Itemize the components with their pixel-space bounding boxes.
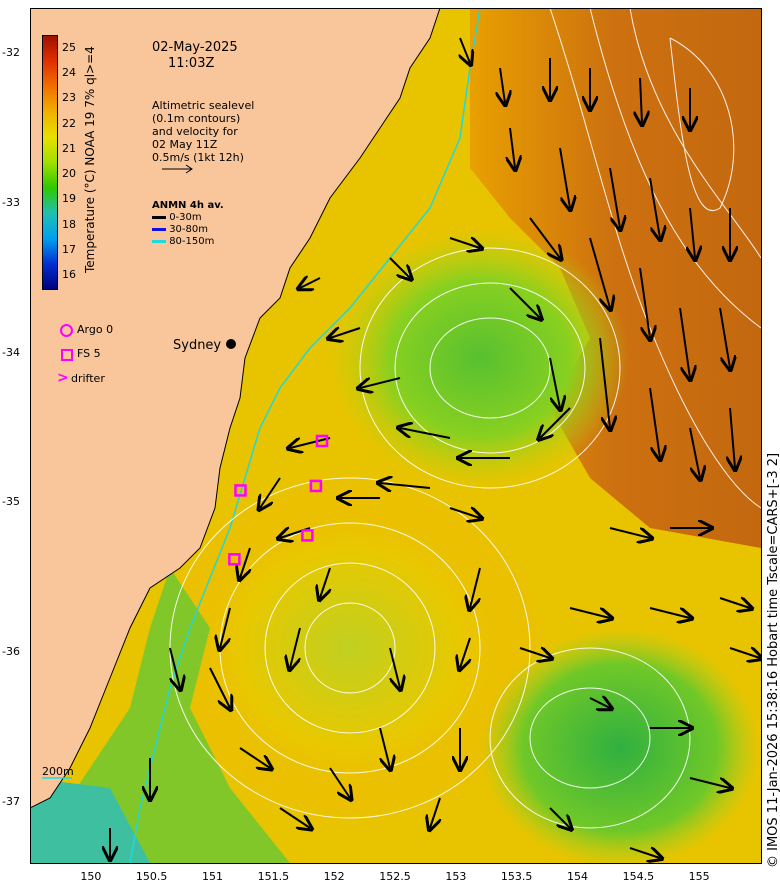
altimetry-note-line-4: 02 May 11Z <box>152 138 218 151</box>
colorbar-tick-label: 21 <box>62 141 76 155</box>
altimetry-note-line-2: (0.1m contours) <box>152 112 241 125</box>
x-tick-label: 150 <box>80 870 102 883</box>
city-label-sydney: Sydney <box>173 338 222 353</box>
anmn-label-80-150: 80-150m <box>169 236 215 247</box>
scale-arrow-icon <box>162 164 193 174</box>
anmn-line-cyan-icon <box>152 239 166 243</box>
x-tick-label: 155 <box>688 870 710 883</box>
x-tick-label: 154 <box>567 870 588 883</box>
cold-eddy <box>330 228 630 488</box>
x-tick-label: 151.5 <box>257 870 290 883</box>
x-tick-label: 150.5 <box>135 870 168 883</box>
anmn-title: ANMN 4h av. <box>152 200 224 211</box>
y-tick-label: -35 <box>2 495 20 509</box>
y-tick-label: -33 <box>2 195 20 209</box>
colorbar <box>42 35 58 290</box>
altimetry-note-line-3: and velocity for <box>152 125 238 138</box>
x-tick-label: 151 <box>202 870 223 883</box>
anmn-line-black-icon <box>152 215 166 219</box>
colorbar-tick-label: 18 <box>62 217 76 231</box>
sst-map <box>30 8 761 863</box>
altimetry-note-line-1: Altimetric sealevel <box>152 99 255 112</box>
colorbar-tick-label: 19 <box>62 192 76 206</box>
cool-patch-southeast <box>480 628 760 863</box>
anmn-item-30-80: 30-80m <box>152 224 208 235</box>
colorbar-tick-label: 17 <box>62 243 76 257</box>
colorbar-tick-label: 24 <box>62 65 76 79</box>
colorbar-tick-label: 22 <box>62 116 76 130</box>
drifter-chevron-icon: > <box>57 370 69 386</box>
scale-bar-label: 200m <box>42 765 74 778</box>
drifter-label: drifter <box>71 372 105 385</box>
map-date: 02-May-2025 <box>152 40 238 55</box>
argo-circle-icon <box>60 324 73 337</box>
y-tick-label: -37 <box>2 795 20 809</box>
argo-label: Argo 0 <box>77 323 114 336</box>
anmn-item-80-150: 80-150m <box>152 236 214 247</box>
colorbar-tick-label: 23 <box>62 91 76 105</box>
colorbar-tick-label: 25 <box>62 40 76 54</box>
x-tick-label: 153.5 <box>500 870 533 883</box>
y-tick-label: -32 <box>2 45 20 59</box>
map-time: 11:03Z <box>168 56 215 71</box>
anmn-line-blue-icon <box>152 227 166 231</box>
y-tick-label: -36 <box>2 645 20 659</box>
sst-map-canvas <box>30 8 761 863</box>
colorbar-tick-label: 16 <box>62 268 76 282</box>
colorbar-tick-label: 20 <box>62 167 76 181</box>
x-tick-label: 154.5 <box>622 870 655 883</box>
colorbar-label: Temperature (°C) NOAA 19 7% ql>=4 <box>83 46 97 273</box>
sydney-marker <box>226 339 236 349</box>
fs-square-icon <box>61 349 73 361</box>
fs-label: FS 5 <box>77 347 101 360</box>
x-tick-label: 152.5 <box>379 870 411 883</box>
anmn-item-0-30: 0-30m <box>152 212 202 223</box>
credit-text: © IMOS 11-Jan-2026 15:38:16 Hobart time … <box>766 452 780 868</box>
anmn-label-0-30: 0-30m <box>169 212 202 223</box>
x-tick-label: 152 <box>323 870 345 883</box>
x-tick-label: 153 <box>445 870 467 883</box>
anmn-label-30-80: 30-80m <box>169 224 208 235</box>
y-tick-label: -34 <box>2 345 20 359</box>
